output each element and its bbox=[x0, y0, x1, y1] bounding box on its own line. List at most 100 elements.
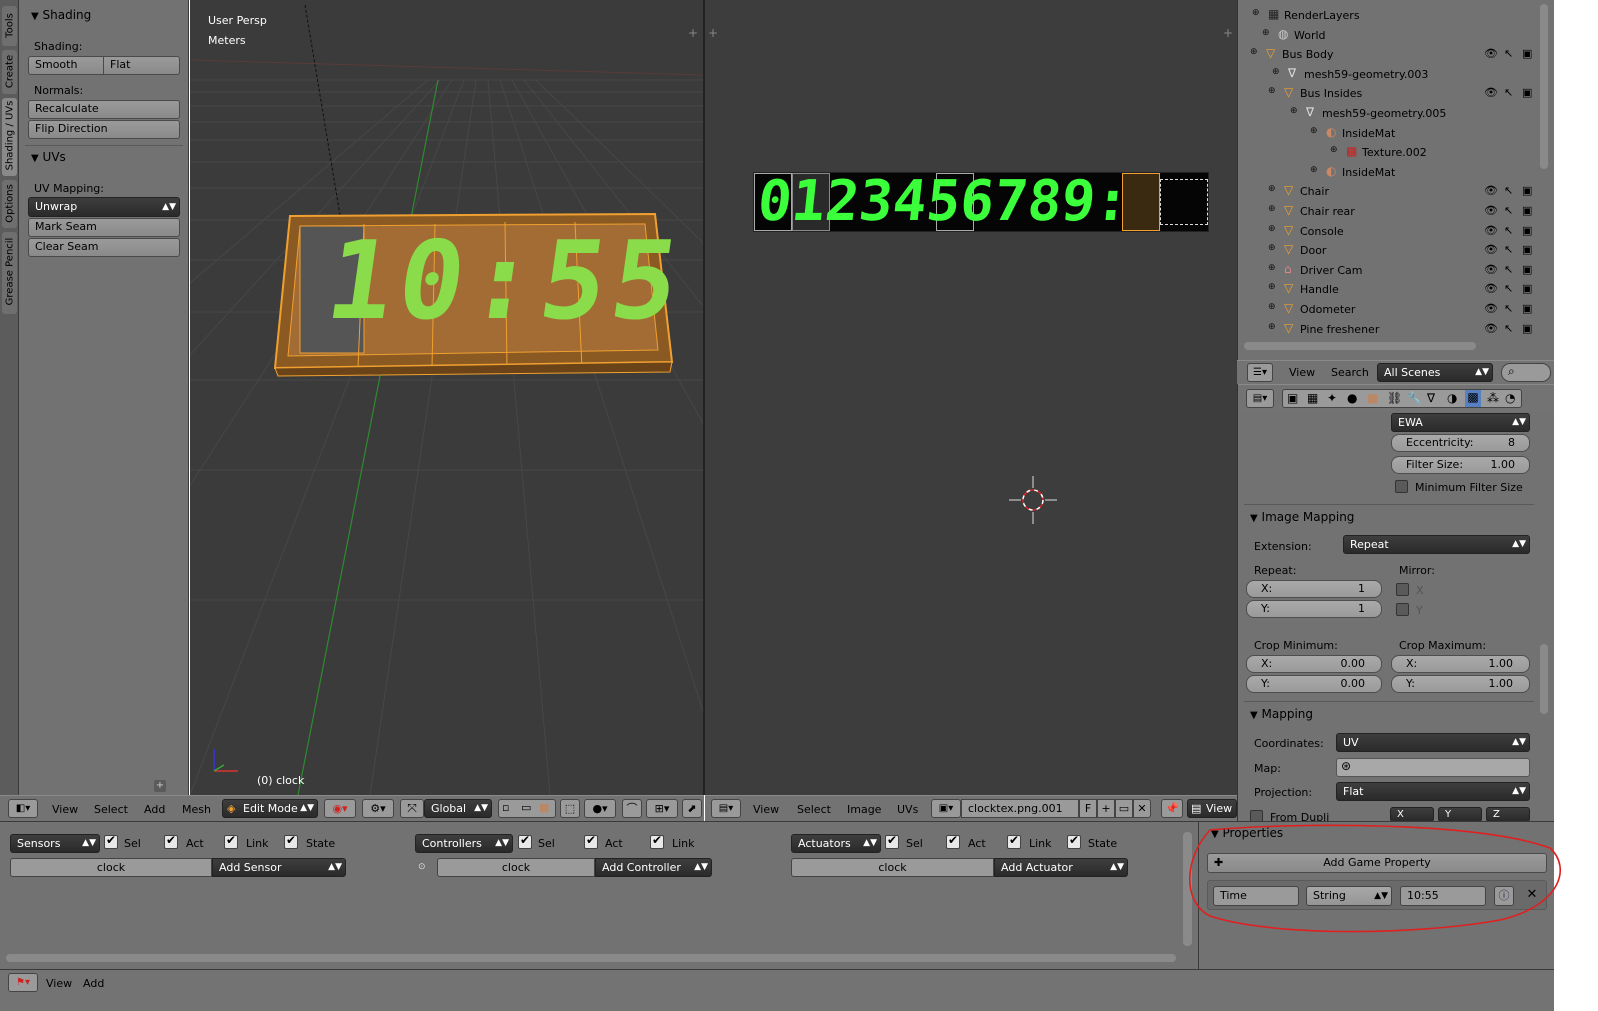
mirror-y-checkbox[interactable] bbox=[1396, 603, 1409, 616]
controllers-sel-checkbox[interactable] bbox=[518, 833, 532, 849]
selectable-cursor-icon[interactable]: ↖ bbox=[1504, 184, 1513, 197]
outliner-search-menu[interactable]: Search bbox=[1331, 366, 1369, 379]
clear-seam-button[interactable]: Clear Seam bbox=[28, 238, 180, 257]
edge-select-icon[interactable]: ▭ bbox=[521, 801, 531, 814]
recalculate-button[interactable]: Recalculate bbox=[28, 100, 180, 119]
panel-resize-plus-icon[interactable]: + bbox=[154, 780, 166, 792]
image-browse-button[interactable]: ▣▾ bbox=[931, 799, 961, 818]
editor-type-button[interactable]: ◧▾ bbox=[8, 799, 38, 818]
outliner-row[interactable]: ⊕ ∇ mesh59-geometry.005 bbox=[1238, 104, 1538, 123]
visibility-eye-icon[interactable]: 👁 bbox=[1484, 243, 1498, 256]
scene-select-dropdown[interactable]: All Scenes ▲▼ bbox=[1377, 363, 1493, 382]
filter-size-field[interactable]: Filter Size: 1.00 bbox=[1391, 456, 1530, 474]
renderable-camera-icon[interactable]: ▣ bbox=[1522, 282, 1532, 295]
outliner-row[interactable]: ⊕ ◍ World bbox=[1238, 26, 1538, 45]
tab-options[interactable]: Options bbox=[2, 180, 17, 228]
crop-max-x-field[interactable]: X: 1.00 bbox=[1391, 655, 1530, 673]
new-image-icon[interactable]: + bbox=[1097, 799, 1115, 818]
renderlayers-icon[interactable]: ▦ bbox=[1307, 391, 1318, 405]
expand-toggle-icon[interactable]: ⊕ bbox=[1268, 263, 1276, 273]
expand-toggle-icon[interactable]: ⊕ bbox=[1268, 204, 1276, 214]
expand-toggle-icon[interactable]: ⊕ bbox=[1252, 8, 1260, 18]
actuators-dropdown[interactable]: Actuators ▲▼ bbox=[791, 834, 881, 853]
add-sensor-dropdown[interactable]: Add Sensor ▲▼ bbox=[212, 858, 346, 877]
outliner-row[interactable]: ⊕ ▽ Door 👁 ↖ ▣ bbox=[1238, 241, 1538, 260]
visibility-eye-icon[interactable]: 👁 bbox=[1484, 86, 1498, 99]
render-icon[interactable]: ▣ bbox=[1287, 391, 1298, 405]
repeat-x-field[interactable]: X: 1 bbox=[1246, 580, 1382, 598]
expand-toggle-icon[interactable]: ⊕ bbox=[1272, 67, 1280, 77]
visibility-eye-icon[interactable]: 👁 bbox=[1484, 282, 1498, 295]
texture-icon[interactable]: ▩ bbox=[1465, 390, 1481, 407]
renderable-camera-icon[interactable]: ▣ bbox=[1522, 184, 1532, 197]
uv-image-menu[interactable]: Image bbox=[847, 803, 881, 816]
tab-shading-uvs[interactable]: Shading / UVs bbox=[2, 98, 17, 176]
outliner-row[interactable]: ⊕ ▽ Chair rear 👁 ↖ ▣ bbox=[1238, 202, 1538, 221]
selectable-cursor-icon[interactable]: ↖ bbox=[1504, 263, 1513, 276]
mark-seam-button[interactable]: Mark Seam bbox=[28, 218, 180, 237]
selectable-cursor-icon[interactable]: ↖ bbox=[1504, 224, 1513, 237]
outliner-row[interactable]: ⊕ ∇ mesh59-geometry.003 bbox=[1238, 65, 1538, 84]
outliner-row[interactable]: ⊕ ▽ Chair 👁 ↖ ▣ bbox=[1238, 182, 1538, 201]
renderable-camera-icon[interactable]: ▣ bbox=[1522, 302, 1532, 315]
sensors-sel-checkbox[interactable] bbox=[104, 833, 118, 849]
controller-object-field[interactable]: clock bbox=[437, 858, 595, 877]
actuators-act-checkbox[interactable] bbox=[946, 833, 960, 849]
expand-toggle-icon[interactable]: ⊕ bbox=[1290, 106, 1298, 116]
visibility-eye-icon[interactable]: 👁 bbox=[1484, 204, 1498, 217]
controllers-act-checkbox[interactable] bbox=[584, 833, 598, 849]
expand-toggle-icon[interactable]: ⊕ bbox=[1310, 165, 1318, 175]
outliner-scrollbar-v[interactable] bbox=[1540, 4, 1548, 169]
uv-image-editor[interactable]: + + 0123456789: bbox=[705, 0, 1237, 795]
uvs-panel-header[interactable]: ▼ UVs bbox=[31, 150, 66, 164]
object-icon[interactable]: ■ bbox=[1367, 391, 1378, 405]
context-tabs[interactable]: ▣ ▦ ✦ ● ■ ⛓ 🔧 ∇ ◑ ▩ ⁂ ◔ bbox=[1282, 389, 1522, 408]
add-menu[interactable]: Add bbox=[144, 803, 165, 816]
pivot-point-button[interactable]: ⚙▾ bbox=[362, 799, 394, 818]
view-menu[interactable]: View bbox=[52, 803, 78, 816]
outliner-row[interactable]: ⊕ ▽ Bus Body 👁 ↖ ▣ bbox=[1238, 45, 1538, 64]
2d-cursor-icon[interactable] bbox=[1007, 474, 1059, 526]
add-actuator-dropdown[interactable]: Add Actuator ▲▼ bbox=[994, 858, 1128, 877]
scene-icon[interactable]: ✦ bbox=[1327, 391, 1337, 405]
logic-scrollbar-h[interactable] bbox=[6, 954, 1176, 962]
repeat-y-field[interactable]: Y: 1 bbox=[1246, 600, 1382, 618]
area-split-plus-icon[interactable]: + bbox=[708, 26, 718, 40]
snap-element-button[interactable]: ⊞▾ bbox=[646, 799, 678, 818]
expand-toggle-icon[interactable]: ⊕ bbox=[1310, 126, 1318, 136]
selectable-cursor-icon[interactable]: ↖ bbox=[1504, 282, 1513, 295]
renderable-camera-icon[interactable]: ▣ bbox=[1522, 263, 1532, 276]
open-image-icon[interactable]: ▭ bbox=[1115, 799, 1133, 818]
outliner-row[interactable]: ⊕ ▩ Texture.002 bbox=[1238, 143, 1538, 162]
renderable-camera-icon[interactable]: ▣ bbox=[1522, 322, 1532, 335]
tab-grease-pencil[interactable]: Grease Pencil bbox=[2, 232, 17, 314]
expand-toggle-icon[interactable]: ⊕ bbox=[1262, 28, 1270, 38]
outliner-row[interactable]: ⊕ ◐ InsideMat bbox=[1238, 163, 1538, 182]
outliner-scrollbar-h[interactable] bbox=[1244, 342, 1476, 350]
viewport-3d[interactable]: User Persp Meters 10:55 (0) clock + bbox=[190, 0, 703, 795]
editor-type-button[interactable]: ▤▾ bbox=[1246, 389, 1274, 408]
extension-dropdown[interactable]: Repeat ▲▼ bbox=[1343, 535, 1530, 554]
crop-max-y-field[interactable]: Y: 1.00 bbox=[1391, 675, 1530, 693]
visibility-eye-icon[interactable]: 👁 bbox=[1484, 184, 1498, 197]
outliner-view-menu[interactable]: View bbox=[1289, 366, 1315, 379]
sensors-link-checkbox[interactable] bbox=[224, 833, 238, 849]
particles-icon[interactable]: ⁂ bbox=[1487, 391, 1499, 405]
uv-view-menu[interactable]: View bbox=[753, 803, 779, 816]
image-mapping-panel-header[interactable]: ▼ Image Mapping bbox=[1250, 510, 1354, 524]
unlink-image-icon[interactable]: ✕ bbox=[1133, 799, 1151, 818]
selectable-cursor-icon[interactable]: ↖ bbox=[1504, 204, 1513, 217]
sensor-object-field[interactable]: clock bbox=[10, 858, 212, 877]
shading-panel-header[interactable]: ▼ Shading bbox=[31, 8, 91, 22]
selectable-cursor-icon[interactable]: ↖ bbox=[1504, 302, 1513, 315]
visibility-eye-icon[interactable]: 👁 bbox=[1484, 224, 1498, 237]
crop-min-x-field[interactable]: X: 0.00 bbox=[1246, 655, 1382, 673]
tab-tools[interactable]: Tools bbox=[2, 6, 17, 46]
expand-toggle-icon[interactable]: ⊕ bbox=[1250, 47, 1258, 57]
flip-direction-button[interactable]: Flip Direction bbox=[28, 120, 180, 139]
constraints-icon[interactable]: ⛓ bbox=[1387, 391, 1402, 405]
expand-toggle-icon[interactable]: ⊕ bbox=[1268, 86, 1276, 96]
expand-toggle-icon[interactable]: ⊕ bbox=[1268, 224, 1276, 234]
mirror-x-checkbox[interactable] bbox=[1396, 583, 1409, 596]
render-icon[interactable]: ⬈ bbox=[682, 799, 702, 818]
